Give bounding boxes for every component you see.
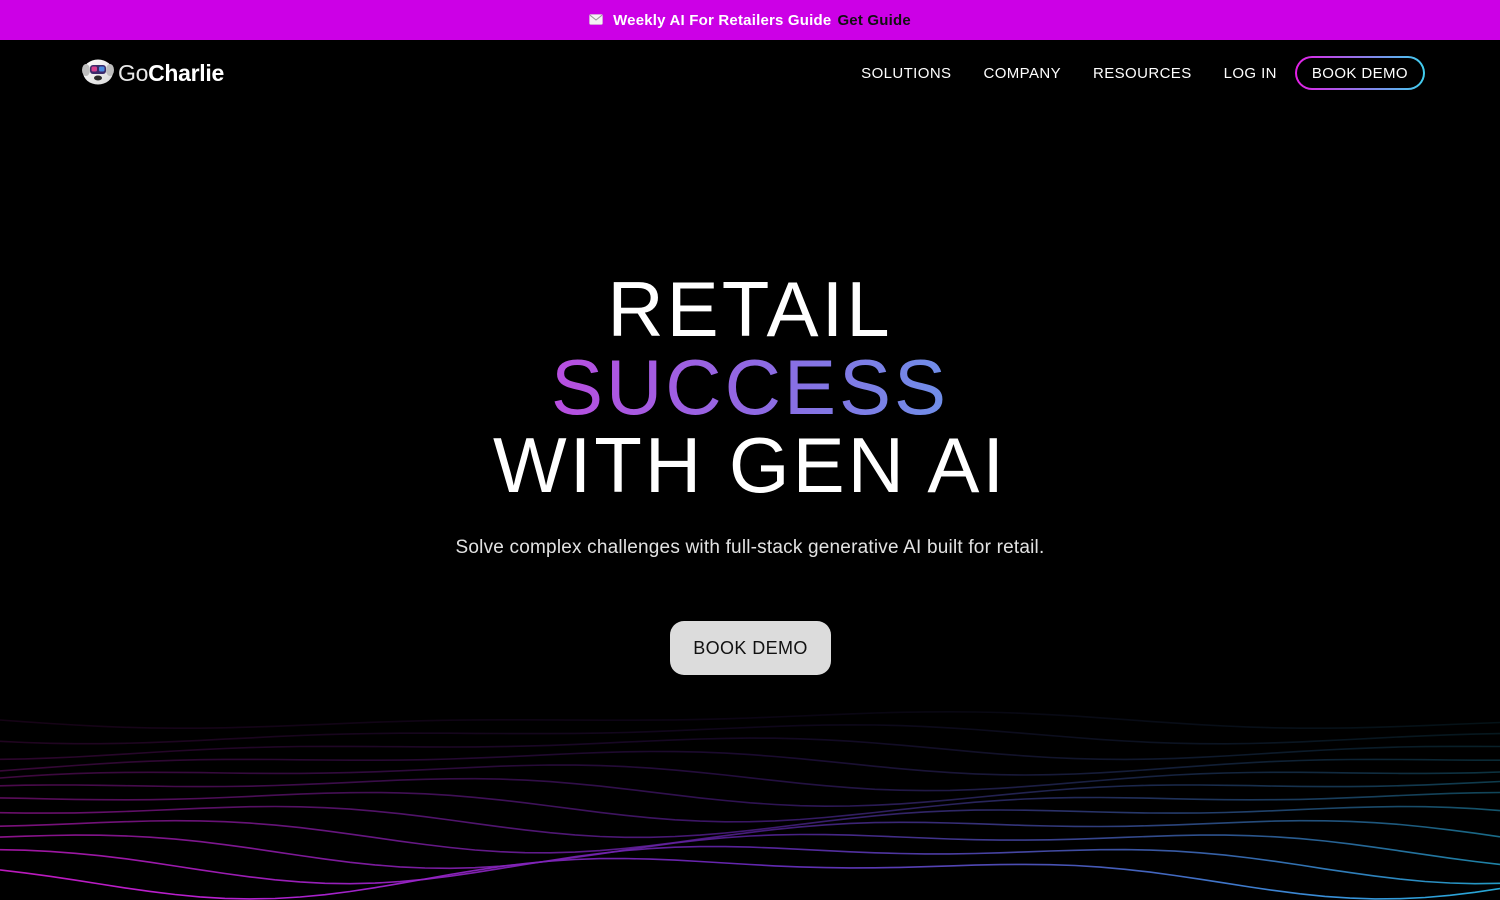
announcement-bar: Weekly AI For Retailers Guide Get Guide xyxy=(0,0,1500,40)
nav-book-demo-button[interactable]: BOOK DEMO xyxy=(1294,56,1425,90)
nav-resources[interactable]: RESOURCES xyxy=(1093,65,1192,82)
hero-book-demo-button[interactable]: BOOK DEMO xyxy=(670,621,831,675)
hero-line-gen-ai: WITH GEN AI xyxy=(492,421,1008,509)
gocharlie-mascot-icon xyxy=(80,56,116,91)
nav-log-in[interactable]: LOG IN xyxy=(1224,65,1277,82)
brand-wordmark: GoCharlie xyxy=(118,59,224,86)
hero-headline: RETAIL SUCCESS WITH GEN AI xyxy=(0,270,1500,504)
mail-icon xyxy=(589,13,603,25)
hero-line-retail: RETAIL xyxy=(607,265,893,353)
wave-line xyxy=(0,710,1500,729)
brand-logo[interactable]: GoCharlie xyxy=(80,56,224,91)
hero-line-success: SUCCESS xyxy=(550,343,950,431)
nav-company[interactable]: COMPANY xyxy=(983,65,1061,82)
nav-book-demo-label: BOOK DEMO xyxy=(1296,58,1423,88)
wave-line xyxy=(0,750,1500,776)
wave-line xyxy=(0,833,1500,870)
wave-line xyxy=(0,737,1500,761)
wave-line xyxy=(0,857,1500,900)
top-navbar: GoCharlie SOLUTIONS COMPANY RESOURCES LO… xyxy=(0,40,1500,106)
wave-line xyxy=(0,777,1500,808)
announcement-text: Weekly AI For Retailers Guide xyxy=(613,11,832,29)
hero-subtitle: Solve complex challenges with full-stack… xyxy=(455,537,1045,558)
nav-solutions[interactable]: SOLUTIONS xyxy=(861,65,951,82)
get-guide-link[interactable]: Get Guide xyxy=(837,12,910,29)
nav-links: SOLUTIONS COMPANY RESOURCES LOG IN BOOK … xyxy=(829,56,1425,90)
decorative-waves xyxy=(0,710,1500,900)
